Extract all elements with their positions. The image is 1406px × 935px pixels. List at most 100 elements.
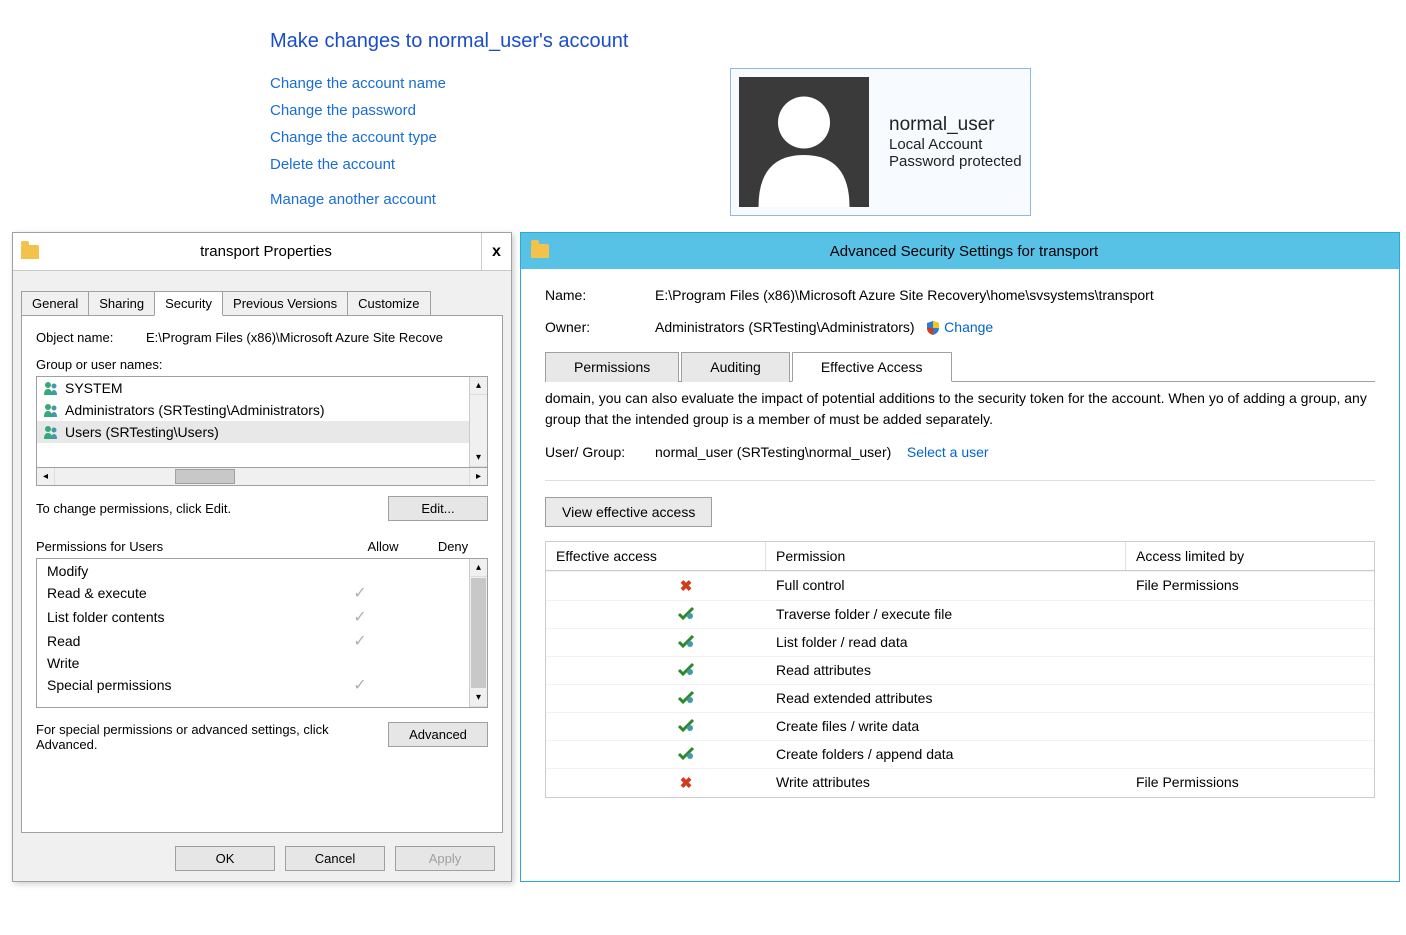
col-permission[interactable]: Permission <box>766 542 1126 570</box>
vscrollbar[interactable]: ▴ ▾ <box>469 377 487 467</box>
tab-security[interactable]: Security <box>154 291 223 316</box>
page-title: Make changes to normal_user's account <box>270 30 628 53</box>
properties-dialog: transport Properties x General Sharing S… <box>12 232 512 882</box>
tab-auditing[interactable]: Auditing <box>681 352 790 382</box>
scroll-down-button[interactable]: ▾ <box>470 449 487 467</box>
users-icon <box>43 403 59 417</box>
table-row[interactable]: List folder / read data <box>546 628 1374 656</box>
dialog-titlebar[interactable]: transport Properties x <box>13 233 511 271</box>
tab-customize[interactable]: Customize <box>347 291 430 316</box>
name-label: Name: <box>545 287 655 303</box>
cancel-button[interactable]: Cancel <box>285 846 385 871</box>
table-row[interactable]: Traverse folder / execute file <box>546 600 1374 628</box>
permission-row[interactable]: Special permissions✓ <box>37 673 469 697</box>
scroll-down-button[interactable]: ▾ <box>470 689 487 707</box>
advanced-hint: For special permissions or advanced sett… <box>36 722 336 752</box>
select-user-link[interactable]: Select a user <box>907 444 989 460</box>
permission-name: Special permissions <box>47 677 327 693</box>
password-status-label: Password protected <box>889 153 1022 170</box>
close-button[interactable]: x <box>481 233 511 270</box>
tab-sharing[interactable]: Sharing <box>88 291 155 316</box>
ok-button[interactable]: OK <box>175 846 275 871</box>
permission-cell: Create folders / append data <box>776 746 1136 763</box>
limited-by-cell <box>1136 746 1364 763</box>
table-row[interactable]: ✖Write attributesFile Permissions <box>546 768 1374 797</box>
allow-check-icon: ✓ <box>327 607 393 627</box>
window-titlebar[interactable]: Advanced Security Settings for transport <box>521 233 1399 269</box>
scroll-up-button[interactable]: ▴ <box>470 559 487 577</box>
link-change-password[interactable]: Change the password <box>270 102 446 119</box>
owner-value: Administrators (SRTesting\Administrators… <box>655 319 915 335</box>
view-effective-access-button[interactable]: View effective access <box>545 497 712 527</box>
users-icon <box>43 425 59 439</box>
permissions-listbox[interactable]: ModifyRead & execute✓List folder content… <box>36 558 488 708</box>
username-label: normal_user <box>889 114 1022 136</box>
permission-name: List folder contents <box>47 609 327 625</box>
permission-cell: Full control <box>776 577 1136 595</box>
advanced-button[interactable]: Advanced <box>388 722 488 747</box>
table-row[interactable]: Read extended attributes <box>546 684 1374 712</box>
group-label: Group or user names: <box>36 357 488 372</box>
table-row[interactable]: Read attributes <box>546 656 1374 684</box>
list-item-label: Administrators (SRTesting\Administrators… <box>65 402 325 418</box>
list-item[interactable]: SYSTEM <box>37 377 469 399</box>
table-row[interactable]: ✖Full controlFile Permissions <box>546 571 1374 600</box>
table-row[interactable]: Create files / write data <box>546 712 1374 740</box>
allow-icon <box>677 690 695 704</box>
scroll-track[interactable] <box>470 395 487 449</box>
permission-row[interactable]: Read & execute✓ <box>37 581 469 605</box>
account-links: Change the account name Change the passw… <box>270 75 446 208</box>
hscroll-track[interactable] <box>55 468 469 485</box>
deny-icon: ✖ <box>680 578 693 595</box>
tabstrip: General Sharing Security Previous Versio… <box>13 271 511 316</box>
link-delete-account[interactable]: Delete the account <box>270 156 446 173</box>
tab-panel-security: Object name: E:\Program Files (x86)\Micr… <box>21 315 503 833</box>
scroll-up-button[interactable]: ▴ <box>470 377 487 395</box>
allow-icon <box>677 662 695 676</box>
permission-cell: Traverse folder / execute file <box>776 606 1136 623</box>
limited-by-cell <box>1136 606 1364 623</box>
change-owner-link[interactable]: Change <box>944 319 993 335</box>
allow-icon <box>677 746 695 760</box>
allow-check-icon: ✓ <box>327 583 393 603</box>
scroll-track[interactable] <box>471 578 486 688</box>
tab-permissions[interactable]: Permissions <box>545 352 679 382</box>
deny-icon: ✖ <box>680 775 693 792</box>
list-item-label: SYSTEM <box>65 380 123 396</box>
scroll-left-button[interactable]: ◂ <box>37 468 55 485</box>
list-item[interactable]: Administrators (SRTesting\Administrators… <box>37 399 469 421</box>
link-change-type[interactable]: Change the account type <box>270 129 446 146</box>
deny-header: Deny <box>418 539 488 554</box>
hscrollbar[interactable]: ◂ ▸ <box>36 468 488 486</box>
link-manage-another[interactable]: Manage another account <box>270 191 446 208</box>
name-value: E:\Program Files (x86)\Microsoft Azure S… <box>655 287 1375 303</box>
col-effective-access[interactable]: Effective access <box>546 542 766 570</box>
tab-effective-access[interactable]: Effective Access <box>792 352 952 382</box>
table-row[interactable]: Create folders / append data <box>546 740 1374 768</box>
edit-hint: To change permissions, click Edit. <box>36 501 231 516</box>
permission-row[interactable]: Read✓ <box>37 629 469 653</box>
tab-previous-versions[interactable]: Previous Versions <box>222 291 348 316</box>
apply-button[interactable]: Apply <box>395 846 495 871</box>
allow-check-icon: ✓ <box>327 631 393 651</box>
permission-row[interactable]: List folder contents✓ <box>37 605 469 629</box>
list-item[interactable]: Users (SRTesting\Users) <box>37 421 469 443</box>
permission-cell: Create files / write data <box>776 718 1136 735</box>
user-info: normal_user Local Account Password prote… <box>889 114 1022 170</box>
col-limited-by[interactable]: Access limited by <box>1126 542 1374 570</box>
tab-general[interactable]: General <box>21 291 89 316</box>
group-listbox[interactable]: SYSTEM Administrators (SRTesting\Adminis… <box>36 376 488 468</box>
permission-row[interactable]: Modify <box>37 561 469 581</box>
folder-icon <box>531 244 549 258</box>
dialog-buttons: OK Cancel Apply <box>175 846 495 871</box>
user-card: normal_user Local Account Password prote… <box>730 68 1031 216</box>
edit-button[interactable]: Edit... <box>388 496 488 521</box>
object-name-value: E:\Program Files (x86)\Microsoft Azure S… <box>146 330 443 345</box>
link-change-name[interactable]: Change the account name <box>270 75 446 92</box>
scroll-right-button[interactable]: ▸ <box>469 468 487 485</box>
permission-row[interactable]: Write <box>37 653 469 673</box>
effective-access-description: domain, you can also evaluate the impact… <box>545 388 1375 430</box>
object-name-label: Object name: <box>36 330 146 345</box>
vscrollbar[interactable]: ▴ ▾ <box>469 559 487 707</box>
hscroll-thumb[interactable] <box>175 469 235 484</box>
